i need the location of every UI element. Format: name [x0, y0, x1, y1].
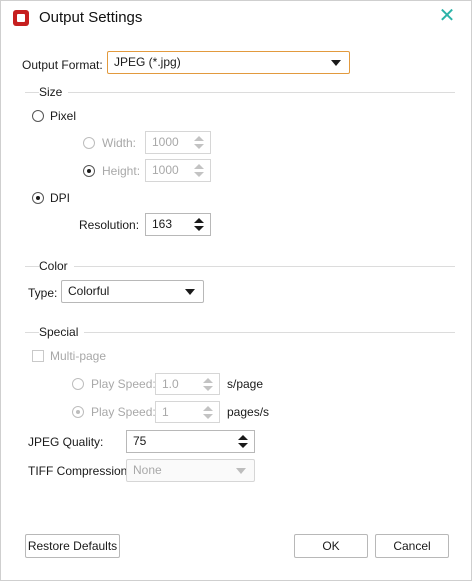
pixel-label: Pixel — [50, 109, 77, 123]
height-label: Height: — [102, 164, 141, 178]
width-stepper[interactable]: 1000 — [145, 131, 211, 154]
width-radio[interactable] — [83, 137, 95, 149]
output-format-value: JPEG (*.jpg) — [114, 55, 181, 69]
play-speed-page-radio[interactable] — [72, 378, 84, 390]
special-section-title: Special — [39, 325, 85, 339]
play-speed-value-1: 1.0 — [162, 377, 179, 391]
output-format-dropdown[interactable]: JPEG (*.jpg) — [107, 51, 350, 74]
size-section-title: Size — [39, 85, 69, 99]
arrow-up-icon[interactable] — [194, 218, 204, 223]
app-icon — [13, 10, 29, 26]
play-speed-unit-1: s/page — [227, 377, 264, 391]
jpeg-quality-stepper[interactable]: 75 — [126, 430, 255, 453]
size-divider — [25, 92, 455, 93]
color-section-title: Color — [39, 259, 74, 273]
output-settings-dialog: Output Settings ✕ Output Format: JPEG (*… — [0, 0, 472, 581]
play-speed-label-2: Play Speed: — [91, 405, 156, 419]
arrow-up-icon[interactable] — [194, 136, 204, 141]
resolution-stepper[interactable]: 163 — [145, 213, 211, 236]
jpeg-quality-value: 75 — [133, 434, 147, 448]
arrow-down-icon[interactable] — [194, 144, 204, 149]
multipage-label: Multi-page — [50, 349, 107, 363]
dpi-label: DPI — [50, 191, 71, 205]
color-type-dropdown[interactable]: Colorful — [61, 280, 204, 303]
special-divider — [25, 332, 455, 333]
height-radio[interactable] — [83, 165, 95, 177]
arrow-up-icon[interactable] — [194, 164, 204, 169]
multipage-checkbox[interactable] — [32, 350, 44, 362]
play-speed-label-1: Play Speed: — [91, 377, 156, 391]
dialog-title: Output Settings — [39, 9, 143, 26]
height-value: 1000 — [152, 163, 179, 177]
chevron-down-icon — [331, 60, 341, 66]
width-label: Width: — [102, 136, 137, 150]
arrow-down-icon[interactable] — [194, 226, 204, 231]
output-format-label: Output Format: — [22, 58, 103, 72]
dpi-radio[interactable] — [32, 192, 44, 204]
arrow-down-icon[interactable] — [203, 414, 213, 419]
play-speed-value-2: 1 — [162, 405, 169, 419]
tiff-compression-label: TIFF Compression: — [28, 464, 131, 478]
arrow-down-icon[interactable] — [238, 443, 248, 448]
height-stepper[interactable]: 1000 — [145, 159, 211, 182]
play-speed-stepper-2[interactable]: 1 — [155, 401, 220, 423]
tiff-compression-value: None — [133, 463, 162, 477]
arrow-up-icon[interactable] — [203, 378, 213, 383]
tiff-compression-dropdown[interactable]: None — [126, 459, 255, 482]
color-divider — [25, 266, 455, 267]
cancel-button[interactable]: Cancel — [375, 534, 449, 558]
close-icon[interactable]: ✕ — [437, 6, 457, 26]
color-type-value: Colorful — [68, 284, 110, 298]
resolution-value: 163 — [152, 217, 173, 231]
chevron-down-icon — [185, 289, 195, 295]
title-bar: Output Settings ✕ — [1, 1, 471, 35]
play-speed-pages-radio[interactable] — [72, 406, 84, 418]
width-value: 1000 — [152, 135, 179, 149]
chevron-down-icon — [236, 468, 246, 474]
arrow-up-icon[interactable] — [203, 406, 213, 411]
arrow-up-icon[interactable] — [238, 435, 248, 440]
jpeg-quality-label: JPEG Quality: — [28, 435, 104, 449]
play-speed-unit-2: pages/s — [227, 405, 270, 419]
pixel-radio[interactable] — [32, 110, 44, 122]
ok-button[interactable]: OK — [294, 534, 368, 558]
arrow-down-icon[interactable] — [203, 386, 213, 391]
restore-defaults-button[interactable]: Restore Defaults — [25, 534, 120, 558]
play-speed-stepper-1[interactable]: 1.0 — [155, 373, 220, 395]
resolution-label: Resolution: — [79, 218, 140, 232]
arrow-down-icon[interactable] — [194, 172, 204, 177]
type-label: Type: — [28, 286, 58, 300]
